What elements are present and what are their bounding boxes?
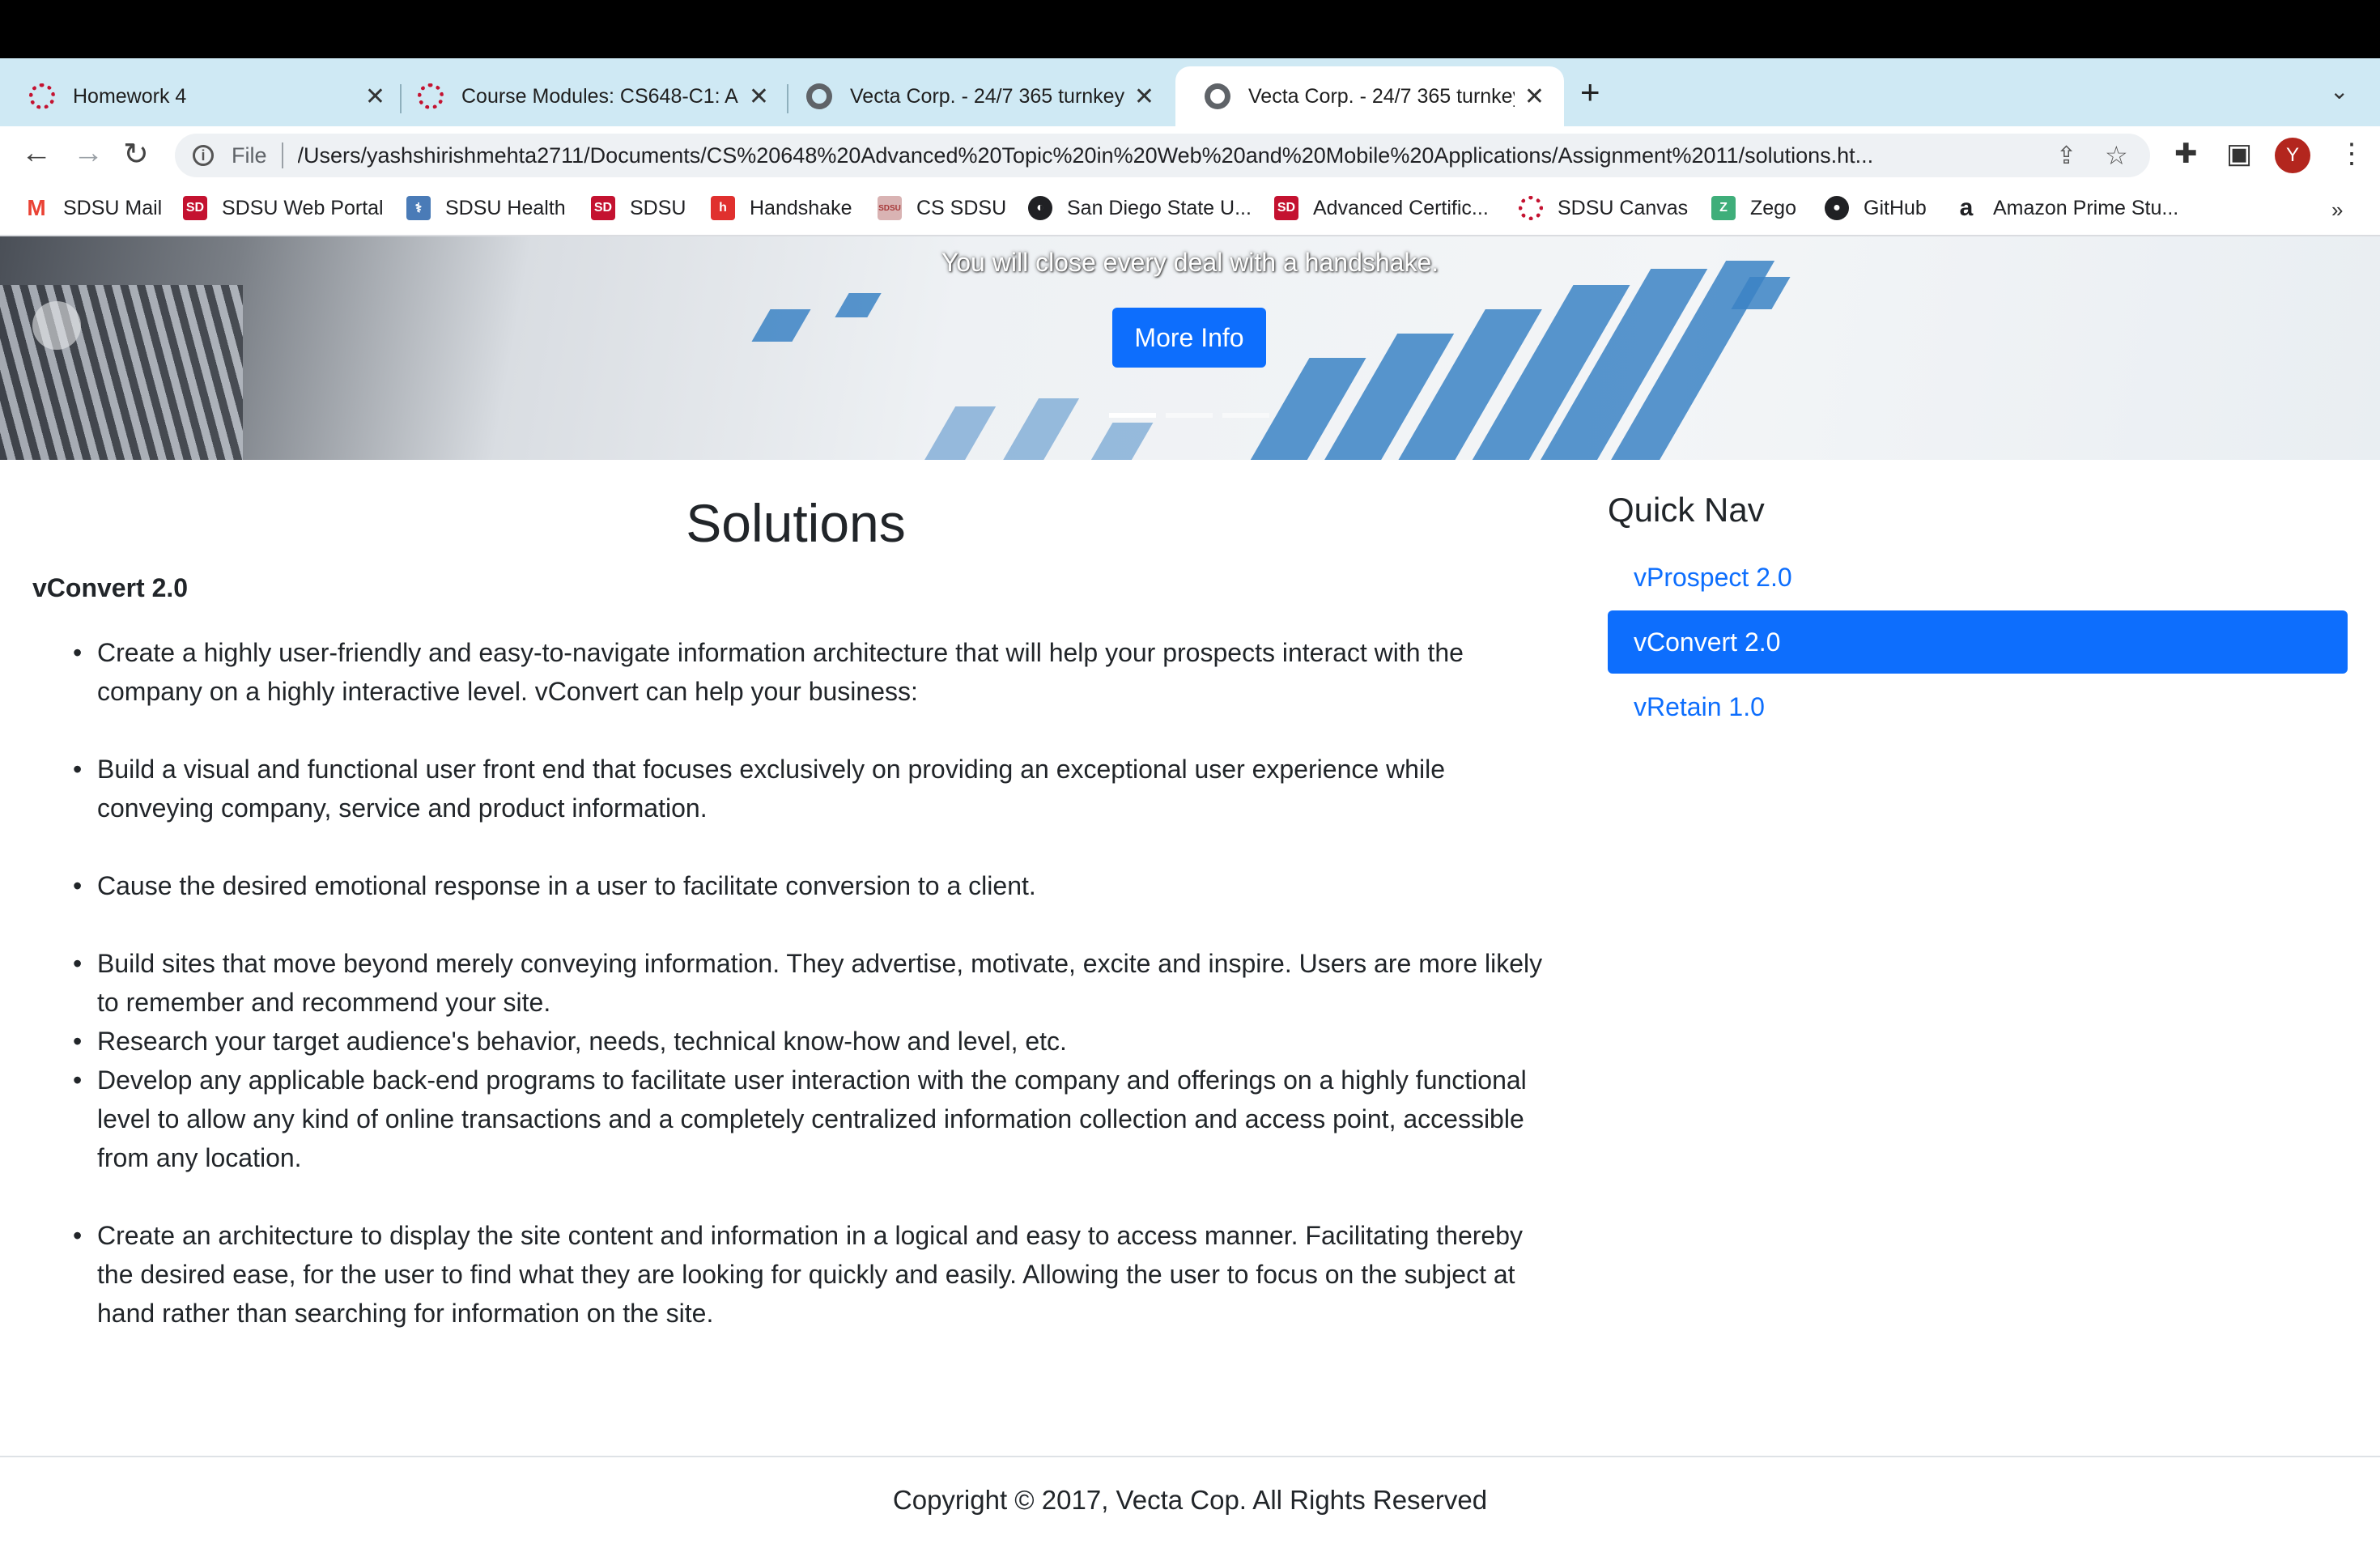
list-item: Cause the desired emotional response in … xyxy=(73,866,1554,905)
sdsu-canvas-icon xyxy=(1519,196,1543,220)
footer-divider xyxy=(0,1456,2380,1457)
list-item: Develop any applicable back-end programs… xyxy=(73,1061,1554,1177)
close-icon[interactable]: ✕ xyxy=(749,83,769,111)
bookmark-cs-sdsu[interactable]: SDSU CS SDSU xyxy=(878,196,1006,220)
carousel-indicator[interactable] xyxy=(1166,413,1213,418)
tab-title: Vecta Corp. - 24/7 365 turnkey xyxy=(1248,84,1515,108)
bookmark-sdsu-mail[interactable]: M SDSU Mail xyxy=(24,195,163,220)
list-item: Build sites that move beyond merely conv… xyxy=(73,944,1554,1022)
bookmark-san-diego-state[interactable]: ◐ San Diego State U... xyxy=(1028,196,1252,220)
tab-strip: Homework 4 ✕ Course Modules: CS648-C1: A… xyxy=(0,58,2380,126)
bookmark-label: San Diego State U... xyxy=(1067,196,1252,219)
bookmark-star-icon[interactable]: ☆ xyxy=(2105,140,2128,171)
health-icon: ⚕ xyxy=(406,196,431,220)
menu-kebab-icon[interactable]: ⋮ xyxy=(2338,138,2365,170)
reload-icon[interactable]: ↻ xyxy=(123,136,149,172)
back-icon[interactable]: ← xyxy=(21,136,52,171)
url-scheme: File xyxy=(232,142,267,168)
bookmark-sdsu-health[interactable]: ⚕ SDSU Health xyxy=(406,196,566,220)
hero-caption: You will close every deal with a handsha… xyxy=(941,248,1439,277)
side-panel-icon[interactable]: ▣ xyxy=(2226,138,2252,170)
github-icon: ● xyxy=(1825,196,1849,220)
sdsu-canvas-icon xyxy=(29,83,55,109)
address-bar[interactable]: i File /Users/yashshirishmehta2711/Docum… xyxy=(175,134,2150,177)
close-icon[interactable]: ✕ xyxy=(1134,83,1154,111)
os-top-bar xyxy=(0,0,2380,58)
bookmark-label: SDSU Canvas xyxy=(1558,196,1689,219)
bookmarks-overflow-icon[interactable]: » xyxy=(2331,198,2343,223)
bookmark-label: Advanced Certific... xyxy=(1313,196,1489,219)
bookmark-label: Handshake xyxy=(750,196,852,219)
forward-icon[interactable]: → xyxy=(73,136,104,171)
extensions-icon[interactable]: ✚ xyxy=(2174,138,2198,170)
more-info-button[interactable]: More Info xyxy=(1112,308,1266,368)
bookmark-label: SDSU Web Portal xyxy=(222,196,384,219)
bookmark-label: CS SDSU xyxy=(916,196,1007,219)
quick-nav-item-vprospect[interactable]: vProspect 2.0 xyxy=(1608,546,2348,609)
bookmark-sdsu-web-portal[interactable]: SD SDSU Web Portal xyxy=(183,196,384,220)
bookmark-label: SDSU xyxy=(630,196,686,219)
bookmark-label: Amazon Prime Stu... xyxy=(1993,196,2179,219)
footer-copyright: Copyright © 2017, Vecta Cop. All Rights … xyxy=(892,1485,1488,1515)
close-icon[interactable]: ✕ xyxy=(365,83,385,111)
sdsu-icon: SD xyxy=(591,196,615,220)
cs-sdsu-icon: SDSU xyxy=(878,196,902,220)
tab-homework-4[interactable]: Homework 4 ✕ xyxy=(0,66,405,126)
info-icon[interactable]: i xyxy=(193,145,214,166)
avatar[interactable]: Y xyxy=(2275,138,2310,173)
quick-nav-item-vconvert[interactable]: vConvert 2.0 xyxy=(1608,610,2348,674)
bookmark-label: Zego xyxy=(1750,196,1796,219)
handshake-icon: h xyxy=(711,196,735,220)
share-icon[interactable]: ⇪ xyxy=(2056,142,2076,170)
globe-icon xyxy=(1205,83,1230,109)
amazon-icon: a xyxy=(1959,194,1974,221)
tab-title: Course Modules: CS648-C1: A xyxy=(461,84,738,108)
list-item: Create an architecture to display the si… xyxy=(73,1216,1554,1333)
carousel-indicator[interactable] xyxy=(1109,413,1156,418)
close-icon[interactable]: ✕ xyxy=(1524,83,1545,111)
tab-title: Vecta Corp. - 24/7 365 turnkey xyxy=(850,84,1124,108)
bookmark-handshake[interactable]: h Handshake xyxy=(711,196,852,220)
bookmark-label: SDSU Health xyxy=(445,196,566,219)
divider xyxy=(281,142,283,168)
bookmark-sdsu-canvas[interactable]: SDSU Canvas xyxy=(1519,196,1688,220)
quick-nav-title: Quick Nav xyxy=(1608,491,1765,529)
tab-course-modules[interactable]: Course Modules: CS648-C1: A ✕ xyxy=(389,66,788,126)
sdsu-canvas-icon xyxy=(418,83,444,109)
list-item: Research your target audience's behavior… xyxy=(73,1022,1554,1061)
bookmark-sdsu[interactable]: SD SDSU xyxy=(591,196,686,220)
bookmarks-bar: M SDSU Mail SD SDSU Web Portal ⚕ SDSU He… xyxy=(0,185,2380,236)
tab-vecta-corp-1[interactable]: Vecta Corp. - 24/7 365 turnkey ✕ xyxy=(777,66,1174,126)
zego-icon: Z xyxy=(1711,196,1736,220)
bookmark-label: GitHub xyxy=(1864,196,1927,219)
list-item: Create a highly user-friendly and easy-t… xyxy=(73,633,1554,711)
tab-search-icon[interactable]: ⌄ xyxy=(2330,78,2348,104)
product-heading: vConvert 2.0 xyxy=(32,573,189,602)
globe-icon xyxy=(806,83,832,109)
bookmark-label: SDSU Mail xyxy=(63,196,163,219)
bookmark-zego[interactable]: Z Zego xyxy=(1711,196,1796,220)
gmail-icon: M xyxy=(27,195,46,220)
tab-title: Homework 4 xyxy=(73,84,187,108)
page-title: Solutions xyxy=(686,493,906,553)
sdsu-icon: SD xyxy=(1274,196,1298,220)
sdsu-icon: SD xyxy=(183,196,207,220)
browser-toolbar: ← → ↻ i File /Users/yashshirishmehta2711… xyxy=(0,126,2380,185)
bookmark-advanced-certific[interactable]: SD Advanced Certific... xyxy=(1274,196,1489,220)
tab-vecta-corp-2[interactable]: Vecta Corp. - 24/7 365 turnkey ✕ xyxy=(1175,66,1564,126)
globe-icon: ◐ xyxy=(1028,196,1052,220)
bookmark-amazon-prime[interactable]: a Amazon Prime Stu... xyxy=(1954,194,2179,221)
url-text[interactable]: /Users/yashshirishmehta2711/Documents/CS… xyxy=(298,143,2030,168)
quick-nav-item-vretain[interactable]: vRetain 1.0 xyxy=(1608,675,2348,738)
bookmark-github[interactable]: ● GitHub xyxy=(1825,196,1927,220)
carousel-indicator[interactable] xyxy=(1222,413,1269,418)
list-item: Build a visual and functional user front… xyxy=(73,750,1554,827)
new-tab-button[interactable]: + xyxy=(1580,73,1600,112)
hero-carousel: You will close every deal with a handsha… xyxy=(0,236,2380,460)
